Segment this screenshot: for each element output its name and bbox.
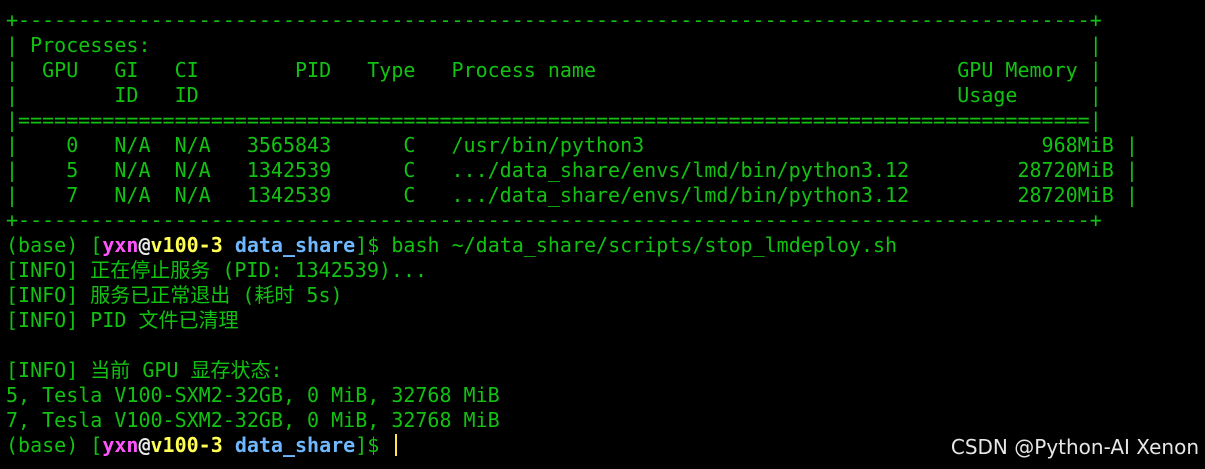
prompt-close: ]$ [355, 233, 392, 257]
output-line: [INFO] 正在停止服务 (PID: 1342539)... [6, 258, 428, 282]
prompt-user: yxn [102, 433, 139, 457]
table-separator: |=======================================… [6, 108, 1102, 132]
table-row: | 7 N/A N/A 1342539 C .../data_share/env… [6, 183, 1138, 207]
output-line: [INFO] 服务已正常退出 (耗时 5s) [6, 283, 343, 307]
table-row: | 0 N/A N/A 3565843 C /usr/bin/python3 9… [6, 133, 1138, 157]
table-border-bottom: +---------------------------------------… [6, 208, 1102, 232]
prompt-dir: data_share [234, 233, 356, 257]
output-line: [INFO] PID 文件已清理 [6, 308, 239, 332]
output-line: 5, Tesla V100-SXM2-32GB, 0 MiB, 32768 Mi… [6, 383, 500, 407]
table-title-row: | Processes: | [6, 33, 1102, 57]
table-row: | 5 N/A N/A 1342539 C .../data_share/env… [6, 158, 1138, 182]
output-line: [INFO] 当前 GPU 显存状态: [6, 358, 283, 382]
prompt-at: @ [138, 433, 151, 457]
prompt-at: @ [138, 233, 151, 257]
table-header-row-2: | ID ID Usage | [6, 83, 1102, 107]
terminal-window[interactable]: +---------------------------------------… [6, 8, 1205, 458]
command-line: (base) [yxn@v100-3 data_share]$ bash ~/d… [6, 233, 1205, 258]
text-cursor[interactable] [395, 434, 398, 456]
prompt-host: v100-3 [150, 433, 223, 457]
prompt-close: ]$ [355, 433, 392, 457]
table-border-top: +---------------------------------------… [6, 8, 1102, 32]
prompt-env: (base) [6, 433, 91, 457]
prompt-open-bracket: [ [90, 433, 103, 457]
prompt-dir: data_share [234, 433, 356, 457]
watermark: CSDN @Python-AI Xenon [950, 435, 1199, 459]
prompt-open-bracket: [ [90, 233, 103, 257]
table-header-row-1: | GPU GI CI PID Type Process name GPU Me… [6, 58, 1102, 82]
command-text: bash ~/data_share/scripts/stop_lmdeploy.… [391, 233, 898, 257]
prompt-user: yxn [102, 233, 139, 257]
prompt-host: v100-3 [150, 233, 223, 257]
output-line: 7, Tesla V100-SXM2-32GB, 0 MiB, 32768 Mi… [6, 408, 500, 432]
prompt-env: (base) [6, 233, 91, 257]
